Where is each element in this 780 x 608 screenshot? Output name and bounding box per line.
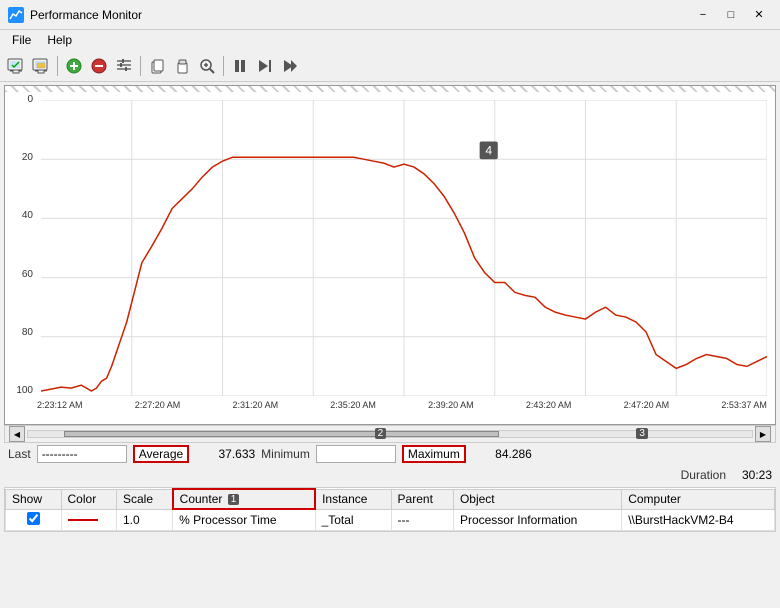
- x-axis: 2:23:12 AM 2:27:20 AM 2:31:20 AM 2:35:20…: [37, 396, 767, 424]
- end-button[interactable]: [278, 54, 302, 78]
- open-button[interactable]: [29, 54, 53, 78]
- chart-container: 100 80 60 40 20 0 4 2:23:12 AM 2:27:20: [4, 85, 776, 425]
- app-icon: [8, 7, 24, 23]
- separator-1: [57, 56, 58, 76]
- properties-button[interactable]: [112, 54, 136, 78]
- x-label-6: 2:47:20 AM: [624, 400, 670, 410]
- x-label-1: 2:27:20 AM: [135, 400, 181, 410]
- close-button[interactable]: ✕: [746, 5, 772, 25]
- stats-row-2: Duration 30:23: [0, 465, 780, 485]
- y-label-80: 80: [22, 327, 33, 338]
- maximize-button[interactable]: □: [718, 5, 744, 25]
- y-label-0: 0: [27, 94, 33, 105]
- col-color: Color: [61, 489, 116, 509]
- col-show: Show: [6, 489, 62, 509]
- file-menu[interactable]: File: [4, 32, 39, 48]
- y-label-40: 40: [22, 210, 33, 221]
- maximum-box: Maximum: [402, 445, 466, 463]
- svg-text:4: 4: [485, 143, 492, 157]
- data-table-container: Show Color Scale Counter 1 Instance Pare…: [4, 487, 776, 532]
- separator-2: [140, 56, 141, 76]
- row-scale: 1.0: [117, 509, 173, 530]
- help-menu[interactable]: Help: [39, 32, 80, 48]
- col-scale: Scale: [117, 489, 173, 509]
- scroll-left[interactable]: ◀: [9, 426, 25, 442]
- badge-2: 2: [375, 428, 387, 439]
- average-value: 37.633: [195, 447, 255, 461]
- row-computer: \\BurstHackVM2-B4: [622, 509, 775, 530]
- average-box: Average: [133, 445, 189, 463]
- col-object: Object: [453, 489, 621, 509]
- separator-3: [223, 56, 224, 76]
- col-instance: Instance: [315, 489, 391, 509]
- row-instance: _Total: [315, 509, 391, 530]
- window-controls: − □ ✕: [690, 5, 772, 25]
- maximum-label: Maximum: [408, 447, 460, 461]
- y-axis: 100 80 60 40 20 0: [5, 94, 37, 396]
- row-counter: % Processor Time: [173, 509, 315, 530]
- stats-row-1: Last --------- Average 37.633 Minimum Ma…: [0, 443, 780, 465]
- col-computer: Computer: [622, 489, 775, 509]
- window-title: Performance Monitor: [30, 8, 690, 22]
- delete-button[interactable]: [87, 54, 111, 78]
- minimum-input[interactable]: [316, 445, 396, 463]
- pause-button[interactable]: [228, 54, 252, 78]
- show-checkbox[interactable]: [27, 512, 40, 525]
- x-label-7: 2:53:37 AM: [721, 400, 767, 410]
- forward-button[interactable]: [253, 54, 277, 78]
- badge-3: 3: [636, 428, 648, 439]
- row-color: [61, 509, 116, 530]
- title-bar: Performance Monitor − □ ✕: [0, 0, 780, 30]
- scrollbar[interactable]: ◀ ▶ 2 3: [4, 425, 776, 443]
- row-object: Processor Information: [453, 509, 621, 530]
- zoom-button[interactable]: [195, 54, 219, 78]
- row-show[interactable]: [6, 509, 62, 530]
- scroll-thumb[interactable]: [64, 431, 498, 437]
- last-label: Last: [8, 447, 31, 461]
- data-table: Show Color Scale Counter 1 Instance Pare…: [5, 488, 775, 531]
- average-label: Average: [139, 447, 183, 461]
- chart-top-border: [5, 86, 775, 92]
- last-value[interactable]: ---------: [37, 445, 127, 463]
- color-line: [68, 519, 98, 521]
- minimum-label: Minimum: [261, 447, 310, 461]
- minimize-button[interactable]: −: [690, 5, 716, 25]
- duration-label: Duration: [681, 468, 726, 482]
- col-counter: Counter 1: [173, 489, 315, 509]
- duration-value: 30:23: [732, 468, 772, 482]
- toolbar: [0, 50, 780, 82]
- x-label-5: 2:43:20 AM: [526, 400, 572, 410]
- y-label-20: 20: [22, 152, 33, 163]
- col-parent: Parent: [391, 489, 453, 509]
- new-button[interactable]: [4, 54, 28, 78]
- add-counter-button[interactable]: [62, 54, 86, 78]
- x-label-4: 2:39:20 AM: [428, 400, 474, 410]
- scroll-right[interactable]: ▶: [755, 426, 771, 442]
- chart-svg: 4: [41, 100, 767, 396]
- badge-1: 1: [228, 494, 240, 505]
- x-label-0: 2:23:12 AM: [37, 400, 83, 410]
- table-row[interactable]: 1.0 % Processor Time _Total --- Processo…: [6, 509, 775, 530]
- copy-button[interactable]: [145, 54, 169, 78]
- x-label-3: 2:35:20 AM: [330, 400, 376, 410]
- paste-button[interactable]: [170, 54, 194, 78]
- y-label-60: 60: [22, 269, 33, 280]
- row-parent: ---: [391, 509, 453, 530]
- maximum-value: 84.286: [472, 447, 532, 461]
- menu-bar: File Help: [0, 30, 780, 50]
- x-label-2: 2:31:20 AM: [233, 400, 279, 410]
- y-label-100: 100: [16, 385, 33, 396]
